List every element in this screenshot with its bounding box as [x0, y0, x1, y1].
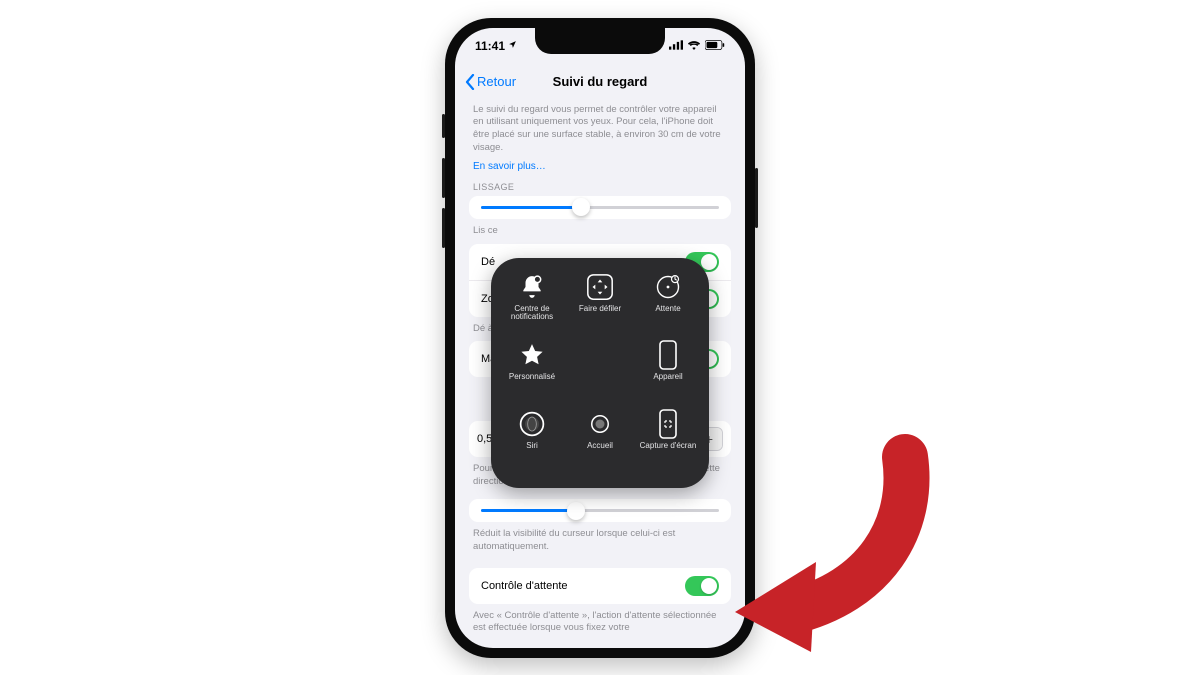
favorite-icon — [517, 340, 547, 370]
visibility-slider-card — [469, 499, 731, 522]
intro-text: Le suivi du regard vous permet de contrô… — [473, 104, 727, 155]
notch — [535, 28, 665, 54]
smoothing-hint: Lis ce — [473, 225, 727, 238]
assistive-label: Centre de notifications — [499, 305, 565, 323]
assistive-label: Appareil — [653, 373, 682, 382]
dwell-footer: Avec « Contrôle d'attente », l'action d'… — [473, 610, 727, 636]
assistive-scroll[interactable]: Faire défiler — [567, 272, 633, 337]
smoothing-section-label: LISSAGE — [473, 182, 727, 192]
volume-down-button — [442, 208, 445, 248]
learn-more-link[interactable]: En savoir plus… — [473, 161, 727, 172]
phone-frame: 11:41 Retour Su — [445, 18, 755, 658]
location-icon — [508, 40, 517, 51]
phone-screen: 11:41 Retour Su — [455, 28, 745, 648]
assistive-siri[interactable]: Siri — [499, 409, 565, 474]
assistive-label: Faire défiler — [579, 305, 621, 314]
visibility-hint: Réduit la visibilité du curseur lorsque … — [473, 528, 727, 554]
visibility-slider[interactable] — [481, 509, 719, 512]
assistive-screenshot[interactable]: Capture d'écran — [635, 409, 701, 474]
assistive-device[interactable]: Appareil — [635, 340, 701, 405]
chevron-left-icon — [465, 74, 475, 90]
assistive-empty — [567, 340, 633, 405]
battery-icon — [705, 39, 725, 53]
device-icon — [653, 340, 683, 370]
smoothing-slider[interactable] — [481, 206, 719, 209]
dwell-label: Contrôle d'attente — [481, 580, 568, 592]
cellular-icon — [669, 39, 683, 53]
assistive-label: Attente — [655, 305, 680, 314]
volume-up-button — [442, 158, 445, 198]
status-time: 11:41 — [475, 39, 505, 53]
assistive-label: Siri — [526, 442, 538, 451]
screenshot-icon — [653, 409, 683, 439]
siri-icon — [517, 409, 547, 439]
dwell-control-row[interactable]: Contrôle d'attente — [469, 568, 731, 604]
row-de-label: Dé — [481, 256, 495, 268]
wifi-icon — [687, 39, 701, 53]
back-button[interactable]: Retour — [465, 74, 516, 90]
side-button — [755, 168, 758, 228]
scroll-icon — [585, 272, 615, 302]
dwell-group: Contrôle d'attente — [469, 568, 731, 604]
dwell-toggle[interactable] — [685, 576, 719, 596]
assistive-notification-center[interactable]: Centre de notifications — [499, 272, 565, 337]
back-label: Retour — [477, 74, 516, 89]
assistive-label: Capture d'écran — [640, 442, 697, 451]
smoothing-slider-card — [469, 196, 731, 219]
assistive-touch-menu[interactable]: Centre de notifications Faire défiler At… — [491, 258, 709, 488]
dwell-icon — [653, 272, 683, 302]
assistive-home[interactable]: Accueil — [567, 409, 633, 474]
assistive-custom[interactable]: Personnalisé — [499, 340, 565, 405]
assistive-dwell[interactable]: Attente — [635, 272, 701, 337]
mute-switch — [442, 114, 445, 138]
notification-center-icon — [517, 272, 547, 302]
nav-bar: Retour Suivi du regard — [455, 64, 745, 100]
home-icon — [585, 409, 615, 439]
assistive-label: Personnalisé — [509, 373, 555, 382]
assistive-label: Accueil — [587, 442, 613, 451]
